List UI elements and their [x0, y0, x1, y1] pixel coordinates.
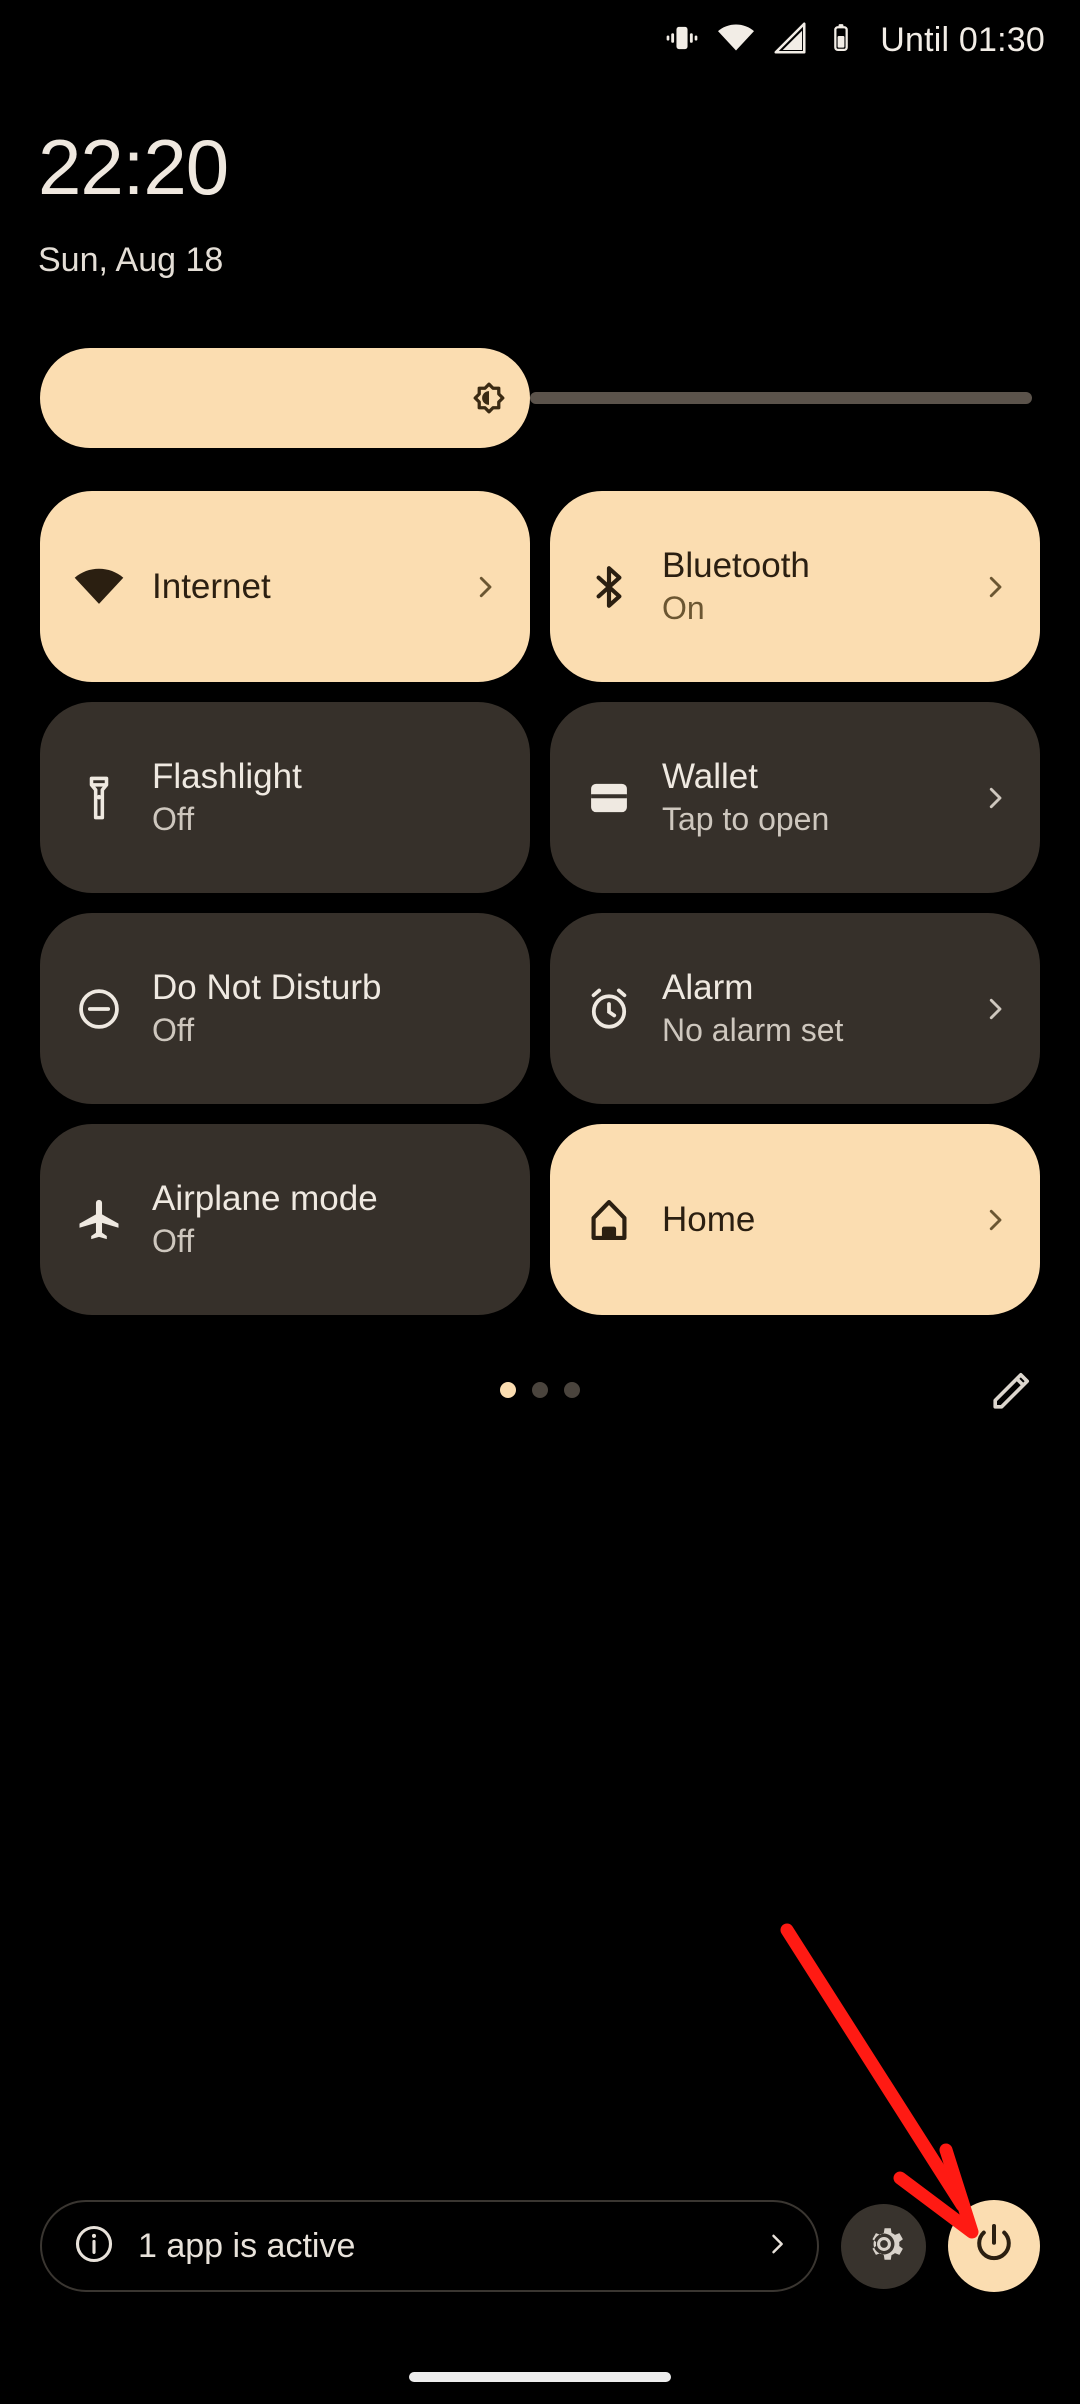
auto-brightness-icon	[466, 375, 512, 421]
wallet-icon	[582, 771, 636, 825]
quick-settings-panel: 22:20 Sun, Aug 18 Until 01:30 Internet B…	[0, 0, 1080, 2404]
home-icon	[582, 1193, 636, 1247]
vibrate-icon	[663, 19, 701, 62]
power-button[interactable]	[948, 2200, 1040, 2292]
brightness-fill	[40, 348, 530, 448]
settings-button[interactable]	[841, 2203, 926, 2289]
tile-flashlight-text: Flashlight Off	[152, 756, 500, 839]
tile-flashlight[interactable]: Flashlight Off	[40, 702, 530, 893]
active-apps-button[interactable]: 1 app is active	[40, 2200, 819, 2292]
tile-internet[interactable]: Internet	[40, 491, 530, 682]
tile-bluetooth-text: Bluetooth On	[662, 545, 970, 628]
tile-bluetooth[interactable]: Bluetooth On	[550, 491, 1040, 682]
do-not-disturb-icon	[72, 982, 126, 1036]
tile-internet-title: Internet	[152, 566, 271, 606]
power-icon	[970, 2220, 1018, 2273]
tile-flashlight-subtitle: Off	[152, 801, 195, 838]
pencil-icon[interactable]	[988, 1366, 1036, 1414]
battery-icon	[824, 21, 858, 60]
tile-internet-text: Internet	[152, 566, 460, 607]
status-bar: Until 01:30	[0, 0, 1080, 80]
quick-settings-tiles: Internet Bluetooth On Flashlight Off Wal…	[40, 491, 1040, 1315]
flashlight-icon	[72, 771, 126, 825]
tile-wallet-text: Wallet Tap to open	[662, 756, 970, 839]
page-dot-3[interactable]	[564, 1382, 580, 1398]
clock-time: 22:20	[38, 123, 229, 211]
tile-flashlight-title: Flashlight	[152, 756, 302, 796]
tile-do-not-disturb[interactable]: Do Not Disturb Off	[40, 913, 530, 1104]
tile-home-text: Home	[662, 1199, 970, 1240]
tile-wallet[interactable]: Wallet Tap to open	[550, 702, 1040, 893]
tile-wallet-title: Wallet	[662, 756, 758, 796]
tile-alarm-subtitle: No alarm set	[662, 1012, 844, 1049]
page-dot-1[interactable]	[500, 1382, 516, 1398]
airplane-icon	[72, 1193, 126, 1247]
chevron-right-icon[interactable]	[980, 564, 1010, 610]
chevron-right-icon[interactable]	[980, 986, 1010, 1032]
tile-bluetooth-title: Bluetooth	[662, 545, 810, 585]
alarm-icon	[582, 982, 636, 1036]
tile-do-not-disturb-text: Do Not Disturb Off	[152, 967, 500, 1050]
tile-alarm-text: Alarm No alarm set	[662, 967, 970, 1050]
gesture-nav-pill[interactable]	[409, 2372, 671, 2382]
bluetooth-icon	[582, 560, 636, 614]
tile-airplane-mode-subtitle: Off	[152, 1223, 195, 1260]
footer-bar: 1 app is active	[40, 2198, 1040, 2294]
active-apps-label: 1 app is active	[138, 2226, 356, 2265]
tile-airplane-mode-text: Airplane mode Off	[152, 1178, 500, 1261]
chevron-right-icon[interactable]	[980, 775, 1010, 821]
status-icon-group	[663, 18, 858, 63]
page-indicator-row	[0, 1368, 1080, 1412]
tile-alarm[interactable]: Alarm No alarm set	[550, 913, 1040, 1104]
chevron-right-icon[interactable]	[763, 2222, 791, 2271]
battery-status-text: Until 01:30	[880, 20, 1045, 59]
clock-date: Sun, Aug 18	[38, 241, 224, 279]
tile-airplane-mode[interactable]: Airplane mode Off	[40, 1124, 530, 1315]
chevron-right-icon[interactable]	[980, 1197, 1010, 1243]
tile-alarm-title: Alarm	[662, 967, 754, 1007]
signal-icon	[771, 19, 809, 62]
chevron-right-icon[interactable]	[470, 564, 500, 610]
tile-do-not-disturb-subtitle: Off	[152, 1012, 195, 1049]
tile-home-title: Home	[662, 1199, 756, 1239]
brightness-rail	[530, 392, 1032, 404]
tile-home[interactable]: Home	[550, 1124, 1040, 1315]
tile-wallet-subtitle: Tap to open	[662, 801, 830, 838]
brightness-track	[40, 348, 1040, 448]
wifi-icon	[716, 18, 756, 63]
gear-icon	[862, 2222, 906, 2271]
wifi-icon	[72, 560, 126, 614]
tile-bluetooth-subtitle: On	[662, 590, 705, 627]
tile-do-not-disturb-title: Do Not Disturb	[152, 967, 382, 1007]
tile-airplane-mode-title: Airplane mode	[152, 1178, 378, 1218]
page-dots[interactable]	[500, 1382, 580, 1398]
brightness-slider[interactable]	[40, 348, 1040, 448]
info-icon	[72, 2222, 116, 2271]
page-dot-2[interactable]	[532, 1382, 548, 1398]
